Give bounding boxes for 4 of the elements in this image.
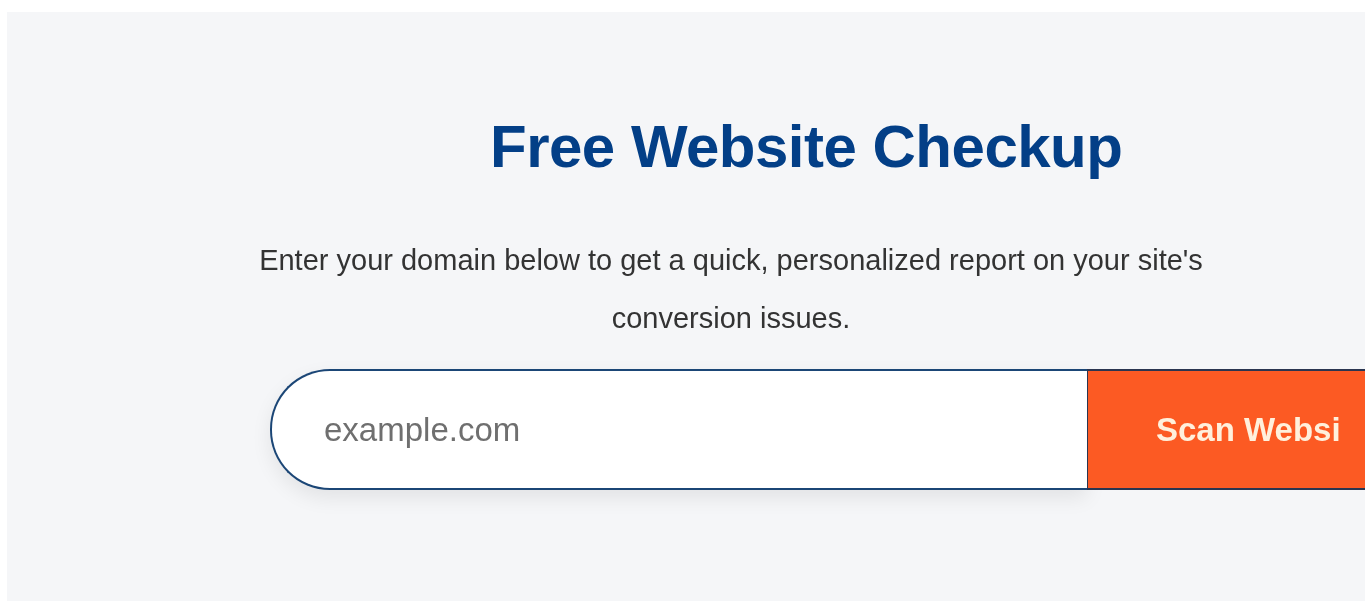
domain-input-field[interactable]: example.com	[270, 369, 1087, 490]
page-title: Free Website Checkup	[490, 112, 1123, 181]
description-text: Enter your domain below to get a quick, personalized report on your site's conversion issues.	[258, 243, 1204, 336]
scan-button[interactable]: Scan Websi	[1087, 369, 1365, 490]
